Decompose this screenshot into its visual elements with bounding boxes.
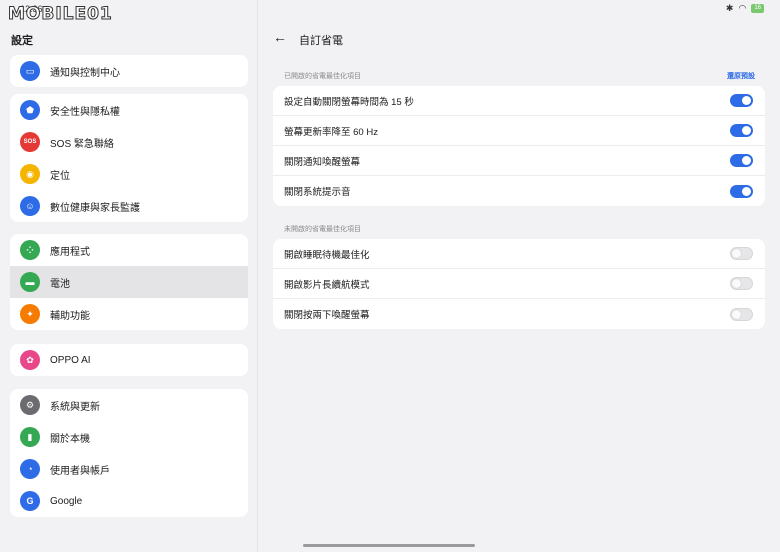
toggle-knob xyxy=(732,309,741,319)
option-label: 關閉按兩下喚醒螢幕 xyxy=(284,310,370,321)
settings-group: ⁘ 應用程式 ▬ 電池 ✦ 輔助功能 xyxy=(10,234,248,330)
option-label: 設定自動關閉螢幕時間為 15 秒 xyxy=(284,96,414,108)
sidebar-item[interactable]: ✿ OPPO AI xyxy=(10,344,248,376)
option-label: 開啟影片長續航模式 xyxy=(284,279,370,291)
sidebar-item[interactable]: ⁘ 應用程式 xyxy=(10,234,248,266)
accessibility-icon: ✦ xyxy=(20,304,40,324)
enabled-section-header: 已開啟的省電最佳化項目 xyxy=(284,73,361,80)
toggle-knob xyxy=(742,126,751,135)
option-toggle[interactable] xyxy=(730,184,753,198)
oppo-ai-icon: ✿ xyxy=(20,350,40,370)
option-label: 關閉系統提示音 xyxy=(284,187,351,198)
option-toggle[interactable] xyxy=(730,154,753,167)
status-icons: ✱ ◠ 16 xyxy=(726,4,764,13)
option-toggle[interactable] xyxy=(730,277,753,290)
sidebar-item[interactable]: ☺ 數位健康與家長監護 xyxy=(10,190,248,222)
sidebar-item-label: 通知與控制中心 xyxy=(50,67,120,79)
battery-indicator: 16 xyxy=(751,4,764,13)
sidebar-item[interactable]: ◉ 定位 xyxy=(10,158,248,190)
option-label: 開啟睡眠待機最佳化 xyxy=(284,249,370,261)
settings-group: ⬟ 安全性與隱私權 SOS SOS 緊急聯絡 ◉ 定位 ☺ 數位健康與家長監護 xyxy=(10,94,248,222)
toggle-knob xyxy=(742,186,751,196)
option-row[interactable]: 螢幕更新率降至 60 Hz xyxy=(273,116,765,146)
option-row[interactable]: 設定自動關閉螢幕時間為 15 秒 xyxy=(273,86,765,116)
toggle-knob xyxy=(742,96,751,105)
sidebar-item[interactable]: ⬟ 安全性與隱私權 xyxy=(10,94,248,126)
sidebar-item[interactable]: ▭ 通知與控制中心 xyxy=(10,55,248,87)
sidebar-item-label: 應用程式 xyxy=(50,246,90,258)
settings-title: 設定 xyxy=(11,35,33,47)
disabled-items-card: 開啟睡眠待機最佳化 開啟影片長續航模式 關閉按兩下喚醒螢幕 xyxy=(273,239,765,329)
sidebar-item-label: 系統與更新 xyxy=(50,401,100,413)
apps-icon: ⁘ xyxy=(20,240,40,260)
option-label: 螢幕更新率降至 60 Hz xyxy=(284,126,378,138)
sos-icon: SOS xyxy=(20,132,40,152)
option-row[interactable]: 關閉系統提示音 xyxy=(273,176,765,206)
phone-icon: ▮ xyxy=(20,427,40,447)
sidebar-item[interactable]: ✦ 輔助功能 xyxy=(10,298,248,330)
toggle-knob xyxy=(742,156,751,165)
google-icon: G xyxy=(20,491,40,511)
bluetooth-icon: ✱ xyxy=(725,3,734,13)
sidebar-item[interactable]: ◔ 使用者與帳戶 xyxy=(10,453,248,485)
digital-wellbeing-icon: ☺ xyxy=(20,196,40,216)
wifi-icon: ◠ xyxy=(738,3,747,13)
back-arrow-icon[interactable]: ← xyxy=(273,30,287,44)
status-bar: 12:36 MOBILE01 ✱ ◠ 16 xyxy=(0,0,780,25)
option-row[interactable]: 關閉按兩下喚醒螢幕 xyxy=(273,299,765,329)
sidebar-item-label: 電池 xyxy=(50,278,70,290)
option-row[interactable]: 關閉通知喚醒螢幕 xyxy=(273,146,765,176)
restore-defaults-link[interactable]: 還原預設 xyxy=(727,71,755,81)
page-title: 自訂省電 xyxy=(299,35,343,47)
notification-icon: ▭ xyxy=(20,61,40,81)
sidebar-item-label: 關於本機 xyxy=(50,433,90,445)
settings-sidebar: 設定 ▭ 通知與控制中心 ⬟ 安全性與隱私權 SOS SOS 緊急聯絡 ◉ 定位 ☺ 數位健康與家… xyxy=(0,0,258,552)
shield-icon: ⬟ xyxy=(20,100,40,120)
settings-group: ✿ OPPO AI xyxy=(10,344,248,376)
option-label: 關閉通知喚醒螢幕 xyxy=(284,156,361,168)
enabled-items-card: 設定自動關閉螢幕時間為 15 秒螢幕更新率降至 60 Hz 關閉通知喚醒螢幕 關閉系… xyxy=(273,86,765,206)
sidebar-item[interactable]: G Google xyxy=(10,485,248,517)
sidebar-item[interactable]: ⚙ 系統與更新 xyxy=(10,389,248,421)
location-icon: ◉ xyxy=(20,164,40,184)
sidebar-item-label: 輔助功能 xyxy=(50,310,90,322)
sidebar-item-label: 定位 xyxy=(50,170,70,182)
disabled-section-header: 未開啟的省電最佳化項目 xyxy=(284,226,361,233)
sidebar-item-label: SOS 緊急聯絡 xyxy=(50,138,114,150)
battery-icon: ▬ xyxy=(20,272,40,292)
watermark-logo: MOBILE01 xyxy=(8,4,113,25)
toggle-knob xyxy=(732,249,741,258)
settings-group: ▭ 通知與控制中心 xyxy=(10,55,248,87)
sidebar-item[interactable]: SOS SOS 緊急聯絡 xyxy=(10,126,248,158)
sidebar-item-label: OPPO AI xyxy=(50,354,91,366)
gear-icon: ⚙ xyxy=(20,395,40,415)
sidebar-item[interactable]: ▮ 關於本機 xyxy=(10,421,248,453)
option-toggle[interactable] xyxy=(730,247,753,260)
sidebar-item-label: 數位健康與家長監護 xyxy=(50,202,140,214)
home-indicator[interactable] xyxy=(303,544,475,547)
user-icon: ◔ xyxy=(20,459,40,479)
settings-group: ⚙ 系統與更新 ▮ 關於本機 ◔ 使用者與帳戶 G Google xyxy=(10,389,248,517)
sidebar-item[interactable]: ▬ 電池 xyxy=(10,266,248,298)
toggle-knob xyxy=(732,279,741,288)
sidebar-item-label: Google xyxy=(50,495,83,507)
option-toggle[interactable] xyxy=(730,124,753,137)
sidebar-item-label: 使用者與帳戶 xyxy=(50,465,110,477)
option-toggle[interactable] xyxy=(730,94,753,107)
detail-pane: ← 自訂省電 已開啟的省電最佳化項目 還原預設 設定自動關閉螢幕時間為 15 秒… xyxy=(259,0,780,552)
option-row[interactable]: 開啟影片長續航模式 xyxy=(273,269,765,299)
option-toggle[interactable] xyxy=(730,307,753,321)
option-row[interactable]: 開啟睡眠待機最佳化 xyxy=(273,239,765,269)
sidebar-item-label: 安全性與隱私權 xyxy=(50,106,120,118)
